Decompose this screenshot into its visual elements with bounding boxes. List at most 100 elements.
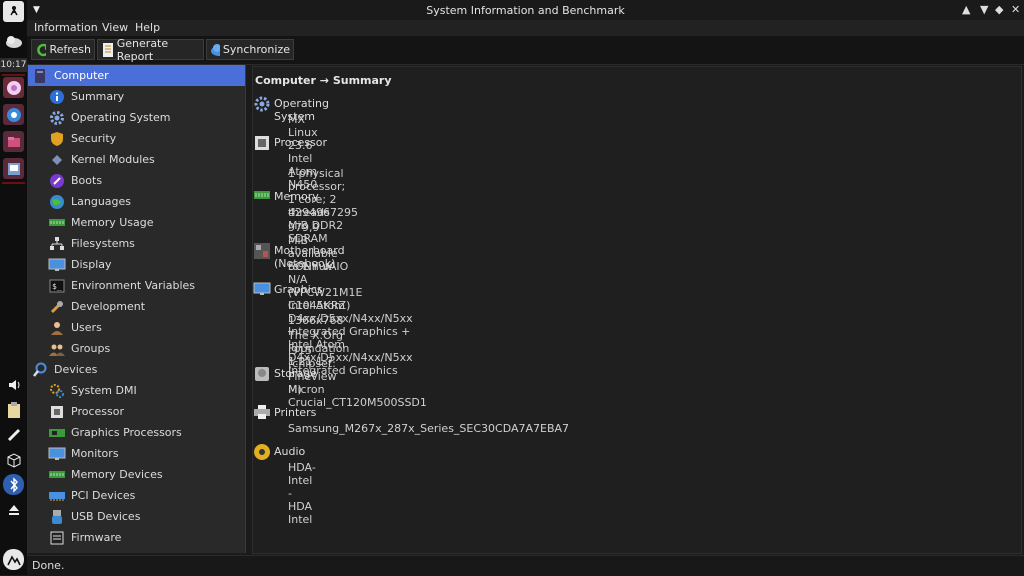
section-value: 1366x768 — [288, 314, 344, 327]
globe-icon — [48, 193, 66, 211]
refresh-button[interactable]: Refresh — [31, 39, 95, 60]
sidebar-item-groups[interactable]: Groups — [28, 338, 245, 359]
eject-icon[interactable] — [3, 499, 24, 520]
menu-bar: Information View Help — [27, 20, 1024, 36]
section-title: Graphics — [274, 283, 323, 296]
status-text: Done. — [32, 559, 65, 572]
bluetooth-icon[interactable] — [3, 474, 24, 495]
section-title: Printers — [274, 406, 317, 419]
sidebar-item-monitors[interactable]: Monitors — [28, 443, 245, 464]
generate-report-button[interactable]: Generate Report — [97, 36, 204, 63]
section-title: Storage — [274, 367, 318, 380]
sidebar-item-firmware[interactable]: Firmware — [28, 527, 245, 548]
sidebar-item-label: Boots — [71, 174, 103, 187]
dock-separator — [2, 182, 25, 184]
sidebar-item-system-dmi[interactable]: System DMI — [28, 380, 245, 401]
sysinfo-app-icon[interactable] — [3, 158, 24, 179]
sidebar-item-computer[interactable]: Computer — [28, 65, 245, 86]
volume-icon[interactable] — [3, 374, 24, 395]
group-icon — [48, 340, 66, 358]
sidebar-item-graphics-processors[interactable]: Graphics Processors — [28, 422, 245, 443]
monitor-icon — [48, 256, 66, 274]
sidebar-item-label: Processor — [71, 405, 124, 418]
sidebar-item-boots[interactable]: Boots — [28, 170, 245, 191]
sidebar-item-label: Devices — [54, 363, 98, 376]
report-label: Generate Report — [116, 36, 169, 63]
sidebar-item-label: Groups — [71, 342, 111, 355]
sidebar-item-operating-system[interactable]: Operating System — [28, 107, 245, 128]
refresh-icon — [37, 43, 47, 56]
sidebar-item-languages[interactable]: Languages — [28, 191, 245, 212]
sidebar-item-filesystems[interactable]: Filesystems — [28, 233, 245, 254]
sidebar-item-label: Summary — [71, 90, 125, 103]
tools-icon — [48, 298, 66, 316]
clock: 10:17 — [0, 58, 27, 72]
sidebar-item-label: USB Devices — [71, 510, 141, 523]
speaker-icon — [253, 443, 271, 461]
section-title: Audio — [274, 445, 306, 458]
sidebar-item-usb-devices[interactable]: USB Devices — [28, 506, 245, 527]
menu-view[interactable]: View — [102, 21, 128, 34]
network-icon[interactable] — [3, 424, 24, 445]
sidebar-item-kernel-modules[interactable]: Kernel Modules — [28, 149, 245, 170]
sidebar-item-memory-devices[interactable]: Memory Devices — [28, 464, 245, 485]
files-icon[interactable] — [3, 131, 24, 152]
sidebar-item-display[interactable]: Display — [28, 254, 245, 275]
section-value: HDA-Intel - HDA Intel — [288, 461, 316, 526]
rocket-icon — [48, 172, 66, 190]
weather-icon[interactable] — [3, 31, 24, 52]
sidebar-item-pci-devices[interactable]: PCI Devices — [28, 485, 245, 506]
sidebar-item-processor[interactable]: Processor — [28, 401, 245, 422]
report-icon — [103, 42, 113, 57]
sidebar-item-label: System DMI — [71, 384, 137, 397]
sidebar-item-summary[interactable]: Summary — [28, 86, 245, 107]
sidebar-item-label: Languages — [71, 195, 132, 208]
sidebar-item-label: Memory Devices — [71, 468, 163, 481]
mx-logo-icon[interactable] — [3, 549, 24, 570]
sidebar-item-environment-variables[interactable]: $_ Environment Variables — [28, 275, 245, 296]
sync-label: Synchronize — [222, 43, 290, 56]
sidebar-item-label: Monitors — [71, 447, 119, 460]
minimize-icon[interactable]: ▼ — [980, 3, 988, 16]
menu-help[interactable]: Help — [135, 21, 160, 34]
shield-icon — [48, 130, 66, 148]
gear-icon — [48, 109, 66, 127]
close-icon[interactable]: ✕ — [1011, 3, 1020, 16]
section-title: Memory — [274, 190, 319, 203]
sidebar-item-label: Memory Usage — [71, 216, 154, 229]
sidebar-item-label: Graphics Processors — [71, 426, 182, 439]
synchronize-button[interactable]: Synchronize — [206, 39, 294, 60]
maximize-icon[interactable]: ◆ — [995, 3, 1003, 16]
hard-drive-icon — [253, 365, 271, 383]
dock-separator — [2, 74, 25, 76]
app-menu-icon[interactable] — [3, 1, 24, 22]
sidebar-item-users[interactable]: Users — [28, 317, 245, 338]
svg-text:$_: $_ — [52, 282, 62, 291]
filesystem-tree-icon — [48, 235, 66, 253]
sidebar-item-label: Security — [71, 132, 117, 145]
browser-icon[interactable] — [3, 77, 24, 98]
dock-panel: 10:17 — [0, 0, 28, 575]
monitor-icon — [48, 445, 66, 463]
user-icon — [48, 319, 66, 337]
summary-panel: Computer → Summary Operating System MX L… — [252, 66, 1022, 554]
sidebar-item-label: Filesystems — [71, 237, 135, 250]
pci-card-icon — [48, 487, 66, 505]
menu-information[interactable]: Information — [34, 21, 98, 34]
package-icon[interactable] — [3, 449, 24, 470]
cpu-icon — [48, 403, 66, 421]
sidebar-item-security[interactable]: Security — [28, 128, 245, 149]
sidebar-item-memory-usage[interactable]: Memory Usage — [28, 212, 245, 233]
settings-app-icon[interactable] — [3, 104, 24, 125]
keep-above-icon[interactable]: ▲ — [962, 3, 970, 16]
sidebar-item-label: Firmware — [71, 531, 122, 544]
sidebar-item-label: Environment Variables — [71, 279, 196, 292]
puzzle-icon — [48, 151, 66, 169]
status-bar: Done. — [27, 555, 1024, 576]
ram-icon — [48, 214, 66, 232]
clipboard-icon[interactable] — [3, 399, 24, 420]
terminal-icon: $_ — [48, 277, 66, 295]
computer-icon — [31, 67, 49, 85]
sidebar-item-development[interactable]: Development — [28, 296, 245, 317]
sidebar-item-devices[interactable]: Devices — [28, 359, 245, 380]
